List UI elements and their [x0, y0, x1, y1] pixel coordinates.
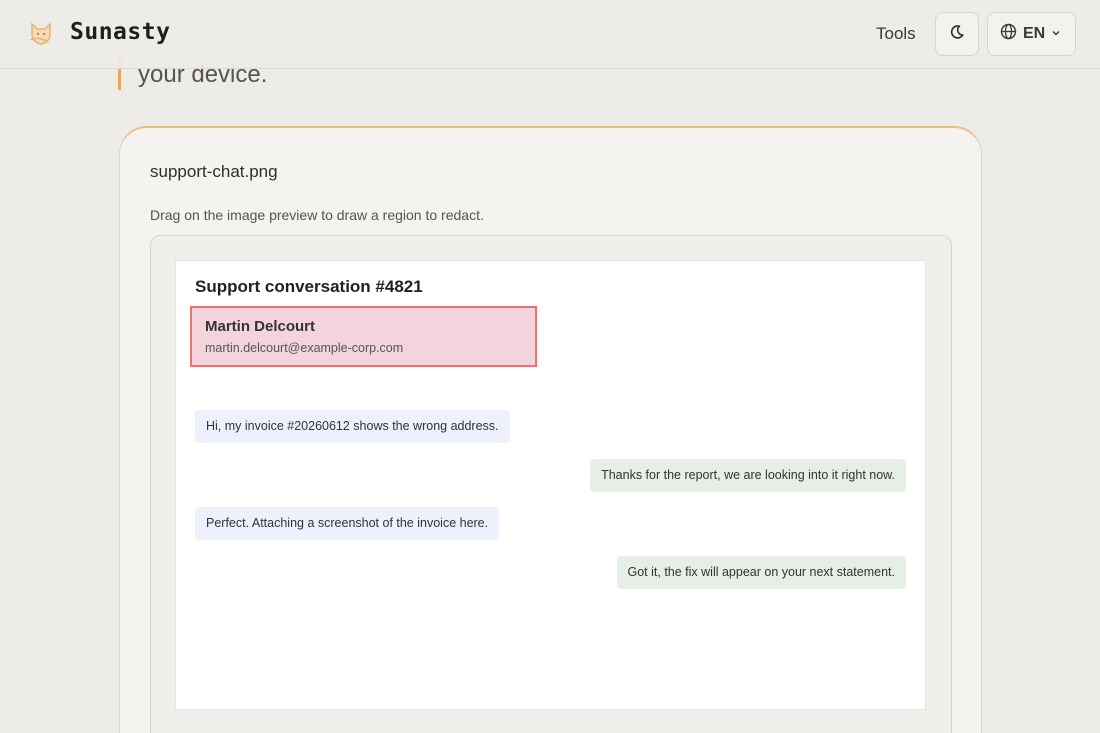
language-select[interactable]: EN [987, 12, 1076, 56]
tools-link[interactable]: Tools [876, 24, 916, 44]
chat-message-incoming: Hi, my invoice #20260612 shows the wrong… [195, 410, 510, 443]
redact-hint: Drag on the image preview to draw a regi… [150, 207, 484, 223]
moon-icon [949, 24, 965, 45]
top-nav-bar: Sunasty Tools EN [0, 0, 1100, 69]
image-preview-frame[interactable]: Support conversation #4821 Martin Delcou… [150, 235, 952, 733]
customer-email: martin.delcourt@example-corp.com [205, 341, 404, 355]
chat-message-outgoing: Got it, the fix will appear on your next… [616, 556, 906, 589]
customer-name: Martin Delcourt [205, 318, 316, 335]
chat-message-outgoing: Thanks for the report, we are looking in… [590, 459, 906, 492]
conversation-title: Support conversation #4821 [195, 277, 423, 296]
redaction-region[interactable]: Martin Delcourt martin.delcourt@example-… [190, 306, 537, 367]
brand-name[interactable]: Sunasty [70, 19, 170, 45]
theme-toggle-button[interactable] [935, 12, 979, 56]
fox-logo-icon[interactable] [26, 18, 56, 48]
redaction-card: support-chat.png Drag on the image previ… [119, 126, 982, 733]
globe-icon [1000, 23, 1017, 45]
image-preview-canvas[interactable]: Support conversation #4821 Martin Delcou… [175, 260, 926, 710]
file-name: support-chat.png [150, 162, 278, 181]
chat-message-incoming: Perfect. Attaching a screenshot of the i… [195, 507, 500, 540]
language-label: EN [1023, 25, 1046, 42]
chevron-down-icon [1051, 25, 1061, 43]
